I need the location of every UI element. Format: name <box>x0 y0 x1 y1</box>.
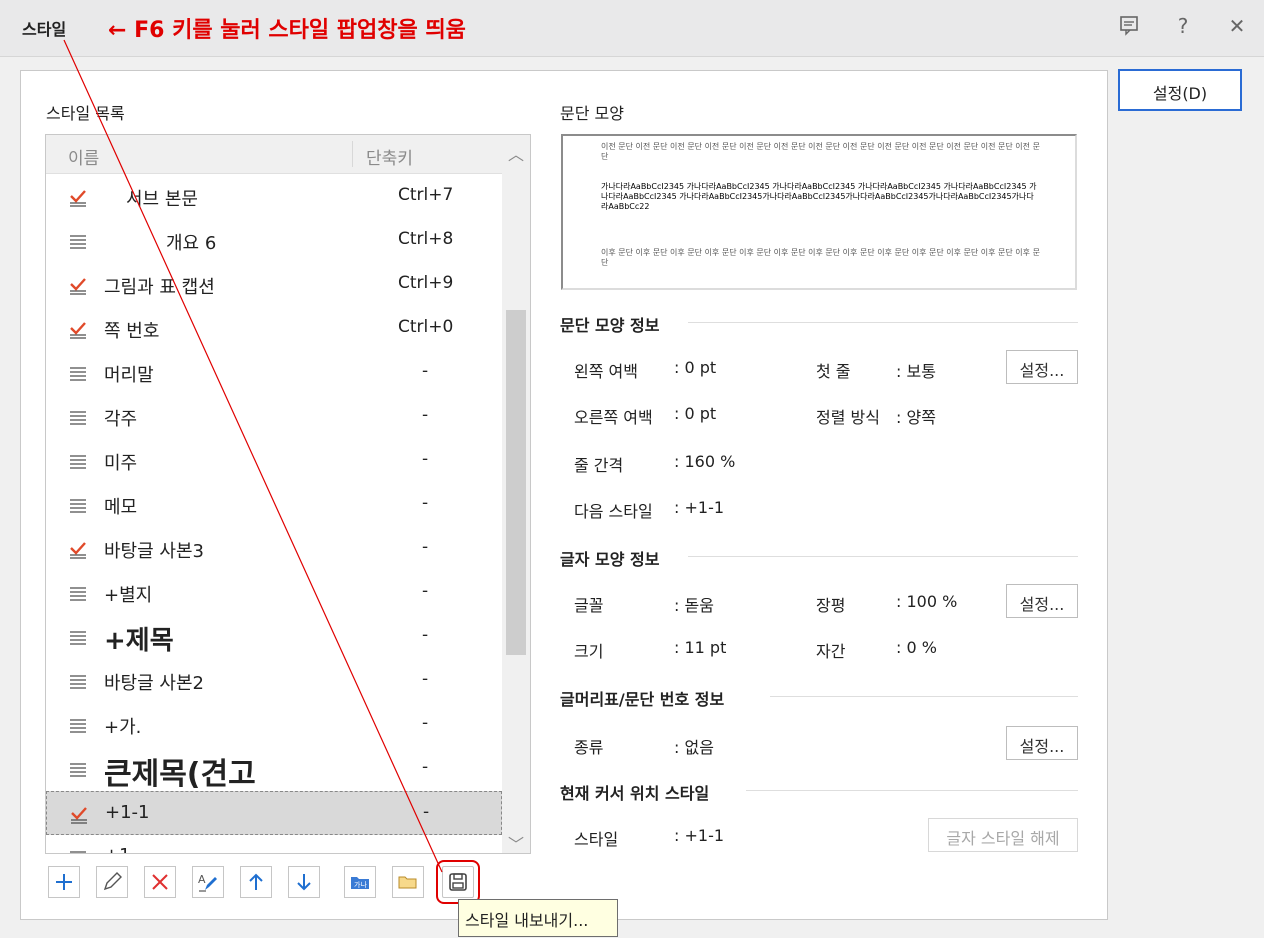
annotation-arrow <box>63 39 443 873</box>
